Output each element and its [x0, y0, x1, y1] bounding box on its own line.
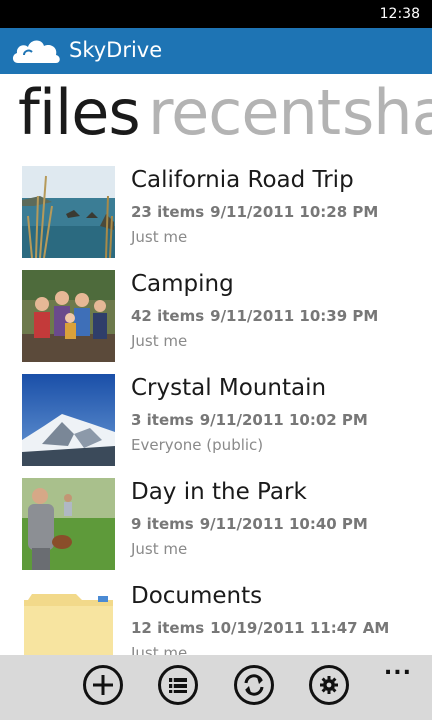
folder-list: California Road Trip 23 items 9/11/2011 1…: [0, 164, 432, 655]
modified-date: 10/19/2011 11:47 AM: [210, 619, 390, 637]
sharing-status: Just me: [131, 540, 188, 558]
sharing-status: Everyone (public): [131, 436, 264, 454]
item-count: 23 items: [131, 203, 205, 221]
folder-name: Documents: [131, 583, 263, 609]
pivot-header: files recent sha: [0, 76, 432, 150]
folder-item-documents[interactable]: Documents 12 items 10/19/2011 11:47 AM Ju…: [0, 580, 432, 655]
family-photo-thumbnail: [22, 270, 115, 362]
item-count: 9 items: [131, 515, 194, 533]
application-bar: ...: [0, 655, 432, 720]
modified-date: 9/11/2011 10:28 PM: [210, 203, 379, 221]
modified-date: 9/11/2011 10:40 PM: [199, 515, 368, 533]
item-count: 3 items: [131, 411, 194, 429]
park-photo-thumbnail: [22, 478, 115, 570]
item-count: 42 items: [131, 307, 205, 325]
folder-icon: [22, 582, 115, 655]
sync-button[interactable]: [234, 665, 274, 705]
pivot-tab-files[interactable]: files: [18, 76, 141, 150]
status-bar: 12:38: [0, 0, 432, 28]
modified-date: 9/11/2011 10:02 PM: [199, 411, 368, 429]
folder-meta: 12 items 10/19/2011 11:47 AM: [131, 619, 389, 637]
status-time: 12:38: [379, 6, 420, 22]
folder-meta: 23 items 9/11/2011 10:28 PM: [131, 203, 378, 221]
app-title: SkyDrive: [69, 38, 163, 62]
title-bar: SkyDrive: [0, 28, 432, 74]
select-icon: [169, 678, 187, 693]
sharing-status: Just me: [131, 228, 188, 246]
folder-meta: 42 items 9/11/2011 10:39 PM: [131, 307, 378, 325]
pivot-tab-shared[interactable]: sha: [342, 76, 432, 150]
folder-name: Crystal Mountain: [131, 375, 327, 401]
settings-icon: [320, 676, 338, 694]
more-menu-button[interactable]: ...: [384, 655, 412, 680]
sharing-status: Just me: [131, 332, 188, 350]
add-button[interactable]: [83, 665, 123, 705]
coast-photo-thumbnail: [22, 166, 115, 258]
folder-meta: 9 items 9/11/2011 10:40 PM: [131, 515, 368, 533]
folder-name: California Road Trip: [131, 167, 354, 193]
add-icon: [93, 675, 113, 695]
skydrive-cloud-icon: [12, 40, 60, 63]
sharing-status: Just me: [131, 644, 188, 655]
folder-item-day-in-the-park[interactable]: Day in the Park 9 items 9/11/2011 10:40 P…: [0, 476, 432, 572]
mountain-photo-thumbnail: [22, 374, 115, 466]
folder-item-california-road-trip[interactable]: California Road Trip 23 items 9/11/2011 1…: [0, 164, 432, 260]
pivot-tab-recent[interactable]: recent: [148, 76, 341, 150]
folder-name: Camping: [131, 271, 234, 297]
select-button[interactable]: [158, 665, 198, 705]
modified-date: 9/11/2011 10:39 PM: [210, 307, 379, 325]
folder-meta: 3 items 9/11/2011 10:02 PM: [131, 411, 368, 429]
settings-button[interactable]: [309, 665, 349, 705]
folder-item-camping[interactable]: Camping 42 items 9/11/2011 10:39 PM Just …: [0, 268, 432, 364]
sync-icon: [244, 674, 264, 696]
item-count: 12 items: [131, 619, 205, 637]
folder-item-crystal-mountain[interactable]: Crystal Mountain 3 items 9/11/2011 10:02 …: [0, 372, 432, 468]
folder-name: Day in the Park: [131, 479, 307, 505]
